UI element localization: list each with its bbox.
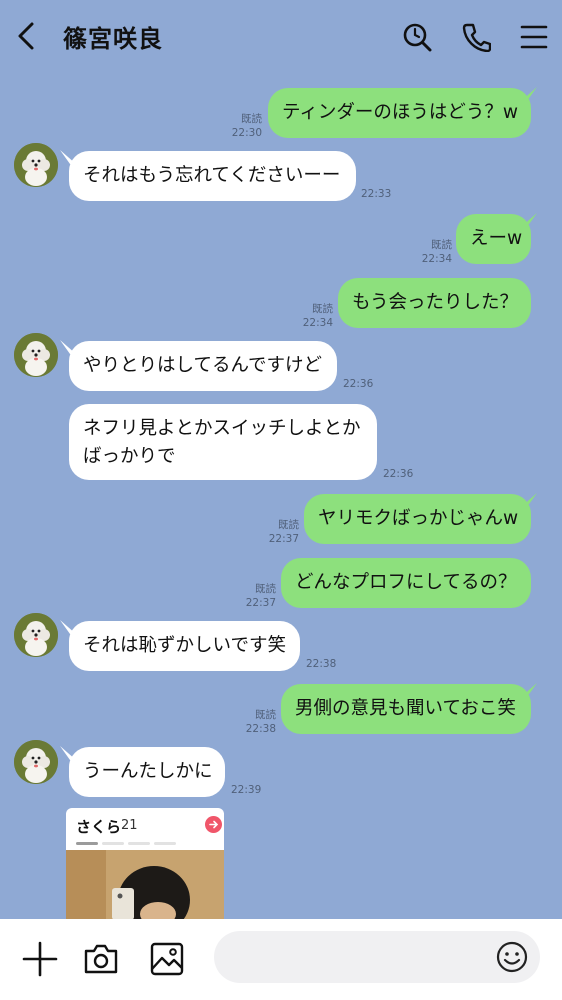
their-message-bubble[interactable]: それはもう忘れてくださいーー <box>69 151 356 201</box>
message-meta: 既読 22:38 <box>234 708 276 736</box>
message-meta: 既読 22:34 <box>291 302 333 330</box>
avatar[interactable] <box>14 333 58 377</box>
image-icon[interactable] <box>149 941 185 977</box>
read-receipt: 既読 <box>241 113 262 125</box>
photo-indicator-active <box>76 842 98 845</box>
emoji-icon[interactable] <box>496 941 528 973</box>
read-receipt: 既読 <box>431 239 452 251</box>
bubble-tail <box>521 213 537 227</box>
arrow-right-icon[interactable] <box>205 816 222 833</box>
my-message-bubble[interactable]: ティンダーのほうはどう？w <box>268 88 531 138</box>
dog-avatar-image <box>14 740 58 784</box>
timestamp: 22:38 <box>245 723 276 735</box>
timestamp: 22:30 <box>231 127 262 139</box>
profile-name: さくら <box>76 818 122 836</box>
search-clock-icon[interactable] <box>402 22 432 52</box>
their-message-bubble[interactable]: それは恥ずかしいです笑 <box>69 621 300 671</box>
chat-header: 篠宮咲良 <box>0 0 562 76</box>
my-message-bubble[interactable]: ヤリモクばっかじゃんw <box>304 494 531 544</box>
timestamp: 22:34 <box>302 317 333 329</box>
my-message-bubble[interactable]: もう会ったりした？ <box>338 278 531 328</box>
message-composer <box>0 919 562 1000</box>
profile-card-image[interactable]: さくら 21 <box>66 808 224 920</box>
dog-avatar-image <box>14 613 58 657</box>
timestamp: 22:37 <box>268 533 299 545</box>
message-input[interactable] <box>214 931 540 983</box>
timestamp: 22:33 <box>361 188 392 200</box>
avatar[interactable] <box>14 613 58 657</box>
bubble-tail <box>521 87 537 101</box>
bubble-tail <box>60 340 76 354</box>
photo-indicator <box>102 842 124 845</box>
profile-photo <box>66 850 224 920</box>
timestamp: 22:39 <box>231 784 262 796</box>
message-line: ネフリ見よとかスイッチしよとか <box>83 418 361 439</box>
photo-indicator <box>154 842 176 845</box>
bubble-tail <box>521 683 537 697</box>
dog-avatar-image <box>14 143 58 187</box>
camera-icon[interactable] <box>83 941 119 977</box>
dog-avatar-image <box>14 333 58 377</box>
bubble-tail <box>60 150 76 164</box>
profile-age: 21 <box>121 818 138 833</box>
their-message-bubble[interactable]: ネフリ見よとかスイッチしよとか ばっかりで <box>69 404 377 480</box>
photo-indicator <box>128 842 150 845</box>
read-receipt: 既読 <box>255 709 276 721</box>
avatar[interactable] <box>14 740 58 784</box>
timestamp: 22:36 <box>383 468 414 480</box>
message-meta: 既読 22:30 <box>220 112 262 140</box>
menu-icon[interactable] <box>519 22 549 52</box>
timestamp: 22:36 <box>343 378 374 390</box>
message-meta: 既読 22:37 <box>257 518 299 546</box>
their-message-bubble[interactable]: うーんたしかに <box>69 747 225 797</box>
their-message-bubble[interactable]: やりとりはしてるんですけど <box>69 341 337 391</box>
message-meta: 既読 22:37 <box>234 582 276 610</box>
timestamp: 22:37 <box>245 597 276 609</box>
timestamp: 22:34 <box>421 253 452 265</box>
bubble-tail <box>521 493 537 507</box>
chat-title: 篠宮咲良 <box>63 25 163 53</box>
phone-icon[interactable] <box>461 22 491 52</box>
timestamp: 22:38 <box>306 658 337 670</box>
bubble-tail <box>60 746 76 760</box>
message-line: ばっかりで <box>83 446 176 467</box>
chevron-left-icon[interactable] <box>14 20 40 52</box>
read-receipt: 既読 <box>278 519 299 531</box>
my-message-bubble[interactable]: えーw <box>456 214 531 264</box>
bubble-tail <box>60 620 76 634</box>
avatar[interactable] <box>14 143 58 187</box>
read-receipt: 既読 <box>255 583 276 595</box>
message-meta: 既読 22:34 <box>410 238 452 266</box>
my-message-bubble[interactable]: 男側の意見も聞いておこ笑 <box>281 684 531 734</box>
read-receipt: 既読 <box>312 303 333 315</box>
my-message-bubble[interactable]: どんなプロフにしてるの？ <box>281 558 531 608</box>
plus-icon[interactable] <box>22 941 58 977</box>
